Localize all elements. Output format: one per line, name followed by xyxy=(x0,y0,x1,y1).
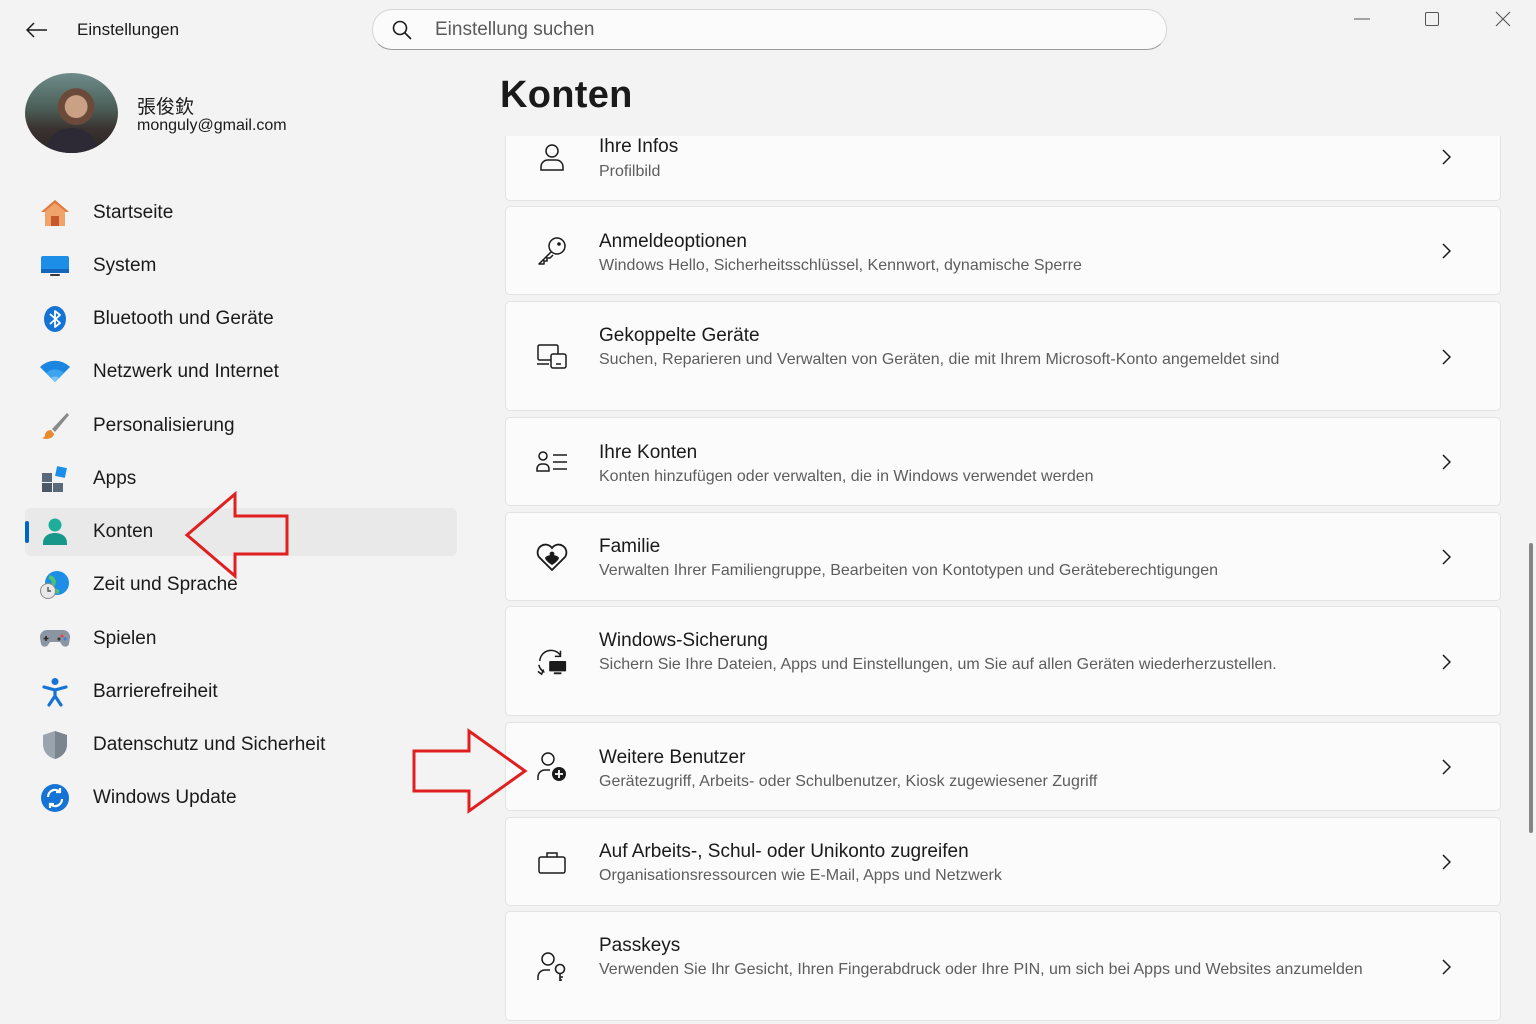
avatar[interactable] xyxy=(25,73,118,153)
shield-icon xyxy=(39,729,71,761)
sidebar-item-startseite[interactable]: Startseite xyxy=(25,189,457,237)
sidebar-item-system[interactable]: System xyxy=(25,242,457,290)
sidebar-item-datenschutz[interactable]: Datenschutz und Sicherheit xyxy=(25,721,457,769)
minimize-icon xyxy=(1354,18,1370,20)
chevron-right-icon xyxy=(1436,852,1456,872)
sidebar-item-barrierefreiheit[interactable]: Barrierefreiheit xyxy=(25,668,457,716)
update-icon xyxy=(39,782,71,814)
home-icon xyxy=(39,197,71,229)
maximize-button[interactable] xyxy=(1409,4,1455,34)
card-ihre-infos[interactable]: Ihre Infos Profilbild xyxy=(505,136,1501,201)
chevron-right-icon xyxy=(1436,757,1456,777)
monitor-icon xyxy=(39,250,71,282)
briefcase-icon xyxy=(536,846,568,878)
key-icon xyxy=(536,235,568,267)
chevron-right-icon xyxy=(1436,347,1456,367)
chevron-right-icon xyxy=(1436,652,1456,672)
globe-clock-icon xyxy=(39,569,71,601)
gamepad-icon xyxy=(39,623,71,655)
sidebar-item-konten[interactable]: Konten xyxy=(25,508,457,556)
user-name: 張俊欽 xyxy=(137,97,195,118)
person-icon xyxy=(536,141,568,173)
bluetooth-icon xyxy=(39,303,71,335)
sidebar-item-spielen[interactable]: Spielen xyxy=(25,615,457,663)
card-windows-sicherung[interactable]: Windows-Sicherung Sichern Sie Ihre Datei… xyxy=(505,606,1501,716)
chevron-right-icon xyxy=(1436,452,1456,472)
card-anmeldeoptionen[interactable]: Anmeldeoptionen Windows Hello, Sicherhei… xyxy=(505,206,1501,295)
page-title: Konten xyxy=(500,74,633,116)
chevron-right-icon xyxy=(1436,957,1456,977)
card-passkeys[interactable]: Passkeys Verwenden Sie Ihr Gesicht, Ihre… xyxy=(505,911,1501,1021)
close-icon xyxy=(1495,11,1511,27)
close-button[interactable] xyxy=(1480,4,1526,34)
sidebar-item-apps[interactable]: Apps xyxy=(25,455,457,503)
arrow-left-icon xyxy=(26,22,47,38)
card-gekoppelte-geraete[interactable]: Gekoppelte Geräte Suchen, Reparieren und… xyxy=(505,301,1501,411)
card-familie[interactable]: Familie Verwalten Ihrer Familiengruppe, … xyxy=(505,512,1501,601)
person-add-icon xyxy=(536,751,568,783)
search-icon xyxy=(389,17,415,43)
brush-icon xyxy=(39,410,71,442)
backup-sync-icon xyxy=(536,646,568,678)
back-button[interactable] xyxy=(22,16,52,44)
chevron-right-icon xyxy=(1436,147,1456,167)
card-weitere-benutzer[interactable]: Weitere Benutzer Gerätezugriff, Arbeits-… xyxy=(505,722,1501,811)
apps-icon xyxy=(39,463,71,495)
sidebar-item-bluetooth[interactable]: Bluetooth und Geräte xyxy=(25,295,457,343)
card-ihre-konten[interactable]: Ihre Konten Konten hinzufügen oder verwa… xyxy=(505,417,1501,506)
linked-devices-icon xyxy=(536,341,568,373)
accounts-list-icon xyxy=(536,446,568,478)
chevron-right-icon xyxy=(1436,241,1456,261)
minimize-button[interactable] xyxy=(1339,4,1385,34)
wifi-icon xyxy=(39,356,71,388)
sidebar-item-windows-update[interactable]: Windows Update xyxy=(25,774,457,822)
passkey-icon xyxy=(536,951,568,983)
maximize-icon xyxy=(1425,12,1439,26)
sidebar-item-personalisierung[interactable]: Personalisierung xyxy=(25,402,457,450)
family-heart-icon xyxy=(536,541,568,573)
scrollbar-thumb[interactable] xyxy=(1529,543,1533,833)
search-box[interactable] xyxy=(372,9,1167,50)
sidebar-item-zeit[interactable]: Zeit und Sprache xyxy=(25,561,457,609)
search-input[interactable] xyxy=(435,18,1135,41)
sidebar-item-netzwerk[interactable]: Netzwerk und Internet xyxy=(25,348,457,396)
accessibility-icon xyxy=(39,676,71,708)
account-icon xyxy=(39,516,71,548)
chevron-right-icon xyxy=(1436,547,1456,567)
card-arbeits-schulkonto[interactable]: Auf Arbeits-, Schul- oder Unikonto zugre… xyxy=(505,817,1501,906)
app-title: Einstellungen xyxy=(77,20,180,39)
user-email: monguly@gmail.com xyxy=(137,117,287,134)
